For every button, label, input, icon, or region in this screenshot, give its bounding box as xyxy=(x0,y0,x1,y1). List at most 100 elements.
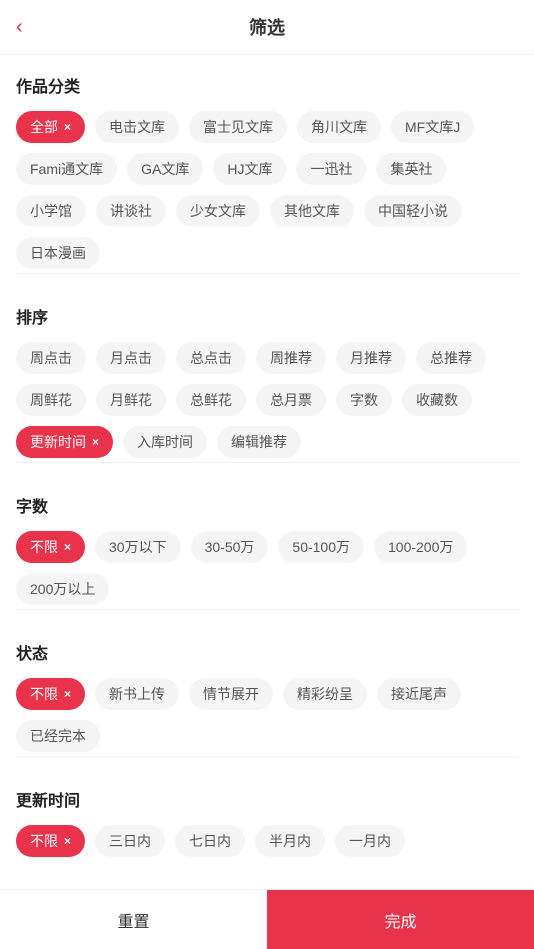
tag-word_count-0[interactable]: 不限 × xyxy=(16,531,85,563)
tags-wrap-word_count: 不限 × 30万以下 30-50万 50-100万 100-200万 200万以上 xyxy=(16,531,518,605)
tag-category-8[interactable]: 一迅社 xyxy=(296,153,366,185)
section-title-word_count: 字数 xyxy=(16,493,518,517)
tag-close-icon[interactable]: × xyxy=(92,435,99,449)
tag-label: 富士见文库 xyxy=(203,117,273,137)
tag-category-3[interactable]: 角川文库 xyxy=(297,111,381,143)
tag-close-icon[interactable]: × xyxy=(64,120,71,134)
tag-status-4[interactable]: 接近尾声 xyxy=(377,678,461,710)
tag-close-icon[interactable]: × xyxy=(64,834,71,848)
reset-button[interactable]: 重置 xyxy=(0,890,267,949)
section-divider xyxy=(16,609,518,610)
tag-update_time-3[interactable]: 半月内 xyxy=(255,825,325,857)
tag-label: 入库时间 xyxy=(137,432,193,452)
tag-category-4[interactable]: MF文库J xyxy=(391,111,474,143)
tag-label: 100-200万 xyxy=(388,537,453,557)
tag-label: 30-50万 xyxy=(205,537,255,557)
tag-category-7[interactable]: HJ文库 xyxy=(213,153,286,185)
tag-label: 月点击 xyxy=(110,348,152,368)
tag-label: 不限 xyxy=(30,684,58,704)
tag-sort-4[interactable]: 月推荐 xyxy=(336,342,406,374)
tag-sort-9[interactable]: 总月票 xyxy=(256,384,326,416)
tag-label: 电击文库 xyxy=(109,117,165,137)
tag-status-2[interactable]: 情节展开 xyxy=(189,678,273,710)
tag-status-3[interactable]: 精彩纷呈 xyxy=(283,678,367,710)
tag-category-15[interactable]: 日本漫画 xyxy=(16,237,100,269)
tag-label: HJ文库 xyxy=(227,159,272,179)
section-word_count: 字数不限 × 30万以下 30-50万 50-100万 100-200万 200万以上 xyxy=(16,475,518,622)
confirm-button[interactable]: 完成 xyxy=(267,890,534,949)
tag-status-5[interactable]: 已经完本 xyxy=(16,720,100,752)
page-title: 筛选 xyxy=(249,14,285,40)
tag-category-11[interactable]: 讲谈社 xyxy=(96,195,166,227)
tag-sort-14[interactable]: 编辑推荐 xyxy=(217,426,301,458)
tag-label: 全部 xyxy=(30,117,58,137)
tag-sort-2[interactable]: 总点击 xyxy=(176,342,246,374)
tag-label: 周鲜花 xyxy=(30,390,72,410)
tag-status-0[interactable]: 不限 × xyxy=(16,678,85,710)
tags-wrap-status: 不限 × 新书上传 情节展开精彩纷呈接近尾声已经完本 xyxy=(16,678,518,752)
tag-sort-13[interactable]: 入库时间 xyxy=(123,426,207,458)
tag-word_count-5[interactable]: 200万以上 xyxy=(16,573,109,605)
tag-word_count-1[interactable]: 30万以下 xyxy=(95,531,181,563)
tag-label: 更新时间 xyxy=(30,432,86,452)
tag-label: 讲谈社 xyxy=(110,201,152,221)
tag-label: 编辑推荐 xyxy=(231,432,287,452)
tag-category-0[interactable]: 全部 × xyxy=(16,111,85,143)
tag-label: 日本漫画 xyxy=(30,243,86,263)
section-title-category: 作品分类 xyxy=(16,73,518,97)
section-status: 状态不限 × 新书上传 情节展开精彩纷呈接近尾声已经完本 xyxy=(16,622,518,769)
tag-label: 50-100万 xyxy=(292,537,350,557)
section-title-update_time: 更新时间 xyxy=(16,787,518,811)
section-divider xyxy=(16,273,518,274)
tag-label: 集英社 xyxy=(390,159,432,179)
tag-category-6[interactable]: GA文库 xyxy=(127,153,203,185)
bottom-bar: 重置 完成 xyxy=(0,889,534,949)
tag-update_time-1[interactable]: 三日内 xyxy=(95,825,165,857)
tag-sort-1[interactable]: 月点击 xyxy=(96,342,166,374)
section-sort: 排序周点击 月点击 总点击 周推荐 月推荐总推荐周鲜花 月鲜花总鲜花总月票 字数 收藏数更新时… xyxy=(16,286,518,475)
tag-category-14[interactable]: 中国轻小说 xyxy=(364,195,462,227)
tag-label: 角川文库 xyxy=(311,117,367,137)
tag-category-13[interactable]: 其他文库 xyxy=(270,195,354,227)
tag-close-icon[interactable]: × xyxy=(64,687,71,701)
tag-sort-10[interactable]: 字数 xyxy=(336,384,392,416)
tag-word_count-3[interactable]: 50-100万 xyxy=(278,531,364,563)
tag-label: 200万以上 xyxy=(30,579,95,599)
tag-label: 不限 xyxy=(30,537,58,557)
tag-label: 一月内 xyxy=(349,831,391,851)
tag-sort-5[interactable]: 总推荐 xyxy=(416,342,486,374)
tag-sort-8[interactable]: 总鲜花 xyxy=(176,384,246,416)
tag-sort-0[interactable]: 周点击 xyxy=(16,342,86,374)
tag-update_time-2[interactable]: 七日内 xyxy=(175,825,245,857)
tag-sort-3[interactable]: 周推荐 xyxy=(256,342,326,374)
tag-close-icon[interactable]: × xyxy=(64,540,71,554)
tag-sort-12[interactable]: 更新时间 × xyxy=(16,426,113,458)
tag-label: 周推荐 xyxy=(270,348,312,368)
tag-category-1[interactable]: 电击文库 xyxy=(95,111,179,143)
tag-category-2[interactable]: 富士见文库 xyxy=(189,111,287,143)
tag-category-5[interactable]: Fami通文库 xyxy=(16,153,117,185)
tag-update_time-0[interactable]: 不限 × xyxy=(16,825,85,857)
tag-label: 30万以下 xyxy=(109,537,167,557)
tag-sort-11[interactable]: 收藏数 xyxy=(402,384,472,416)
tag-category-9[interactable]: 集英社 xyxy=(376,153,446,185)
tag-label: 新书上传 xyxy=(109,684,165,704)
back-button[interactable]: ‹ xyxy=(16,16,23,39)
tag-word_count-4[interactable]: 100-200万 xyxy=(374,531,467,563)
tag-sort-6[interactable]: 周鲜花 xyxy=(16,384,86,416)
section-title-sort: 排序 xyxy=(16,304,518,328)
tag-label: 少女文库 xyxy=(190,201,246,221)
tag-update_time-4[interactable]: 一月内 xyxy=(335,825,405,857)
tag-sort-7[interactable]: 月鲜花 xyxy=(96,384,166,416)
tag-label: 字数 xyxy=(350,390,378,410)
tags-wrap-sort: 周点击 月点击 总点击 周推荐 月推荐总推荐周鲜花 月鲜花总鲜花总月票 字数 收藏数更新时间 ×… xyxy=(16,342,518,458)
tag-label: 不限 xyxy=(30,831,58,851)
tags-wrap-category: 全部 × 电击文库 富士见文库 角川文库 MF文库J Fami通文库 GA文库 HJ文库 一迅社 集… xyxy=(16,111,518,269)
tag-category-10[interactable]: 小学馆 xyxy=(16,195,86,227)
tag-label: 半月内 xyxy=(269,831,311,851)
tag-status-1[interactable]: 新书上传 xyxy=(95,678,179,710)
tag-word_count-2[interactable]: 30-50万 xyxy=(191,531,269,563)
section-title-status: 状态 xyxy=(16,640,518,664)
tag-label: MF文库J xyxy=(405,117,460,137)
tag-category-12[interactable]: 少女文库 xyxy=(176,195,260,227)
